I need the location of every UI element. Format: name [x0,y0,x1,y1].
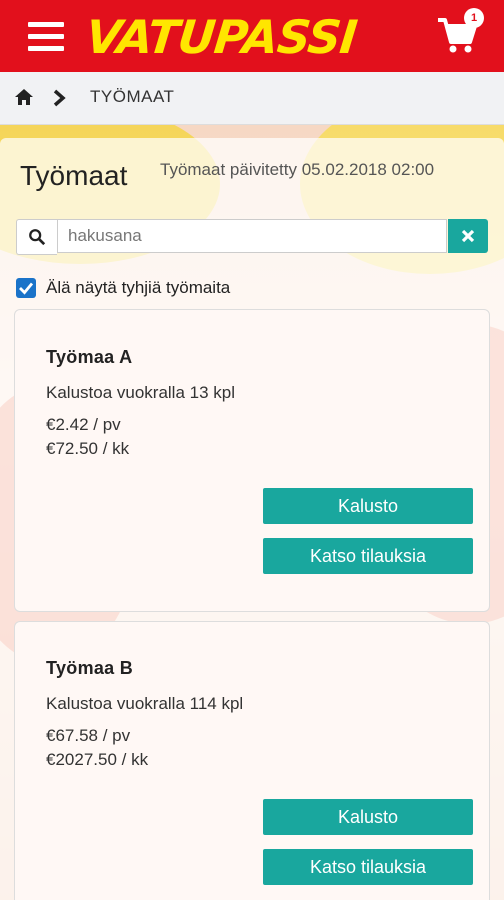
view-orders-button[interactable]: Katso tilauksia [263,538,473,574]
site-rental-count: Kalustoa vuokralla 114 kpl [46,694,244,713]
home-icon[interactable] [14,87,34,107]
page-title: Työmaat [20,160,128,191]
site-rental-count: Kalustoa vuokralla 13 kpl [46,383,236,402]
chevron-right-icon [53,89,66,107]
breadcrumb: TYÖMAAT [0,72,504,125]
search-icon [29,229,46,246]
close-icon [461,229,475,243]
logo[interactable]: VATUPASSI [83,10,359,64]
top-bar: VATUPASSI 1 [0,0,504,72]
site-card: Työmaa B Kalustoa vuokralla 114 kpl €67.… [14,621,490,900]
search-bar [16,219,488,255]
equipment-button[interactable]: Kalusto [263,799,473,835]
site-name: Työmaa B [46,658,134,678]
search-input[interactable] [57,219,447,253]
view-orders-button[interactable]: Katso tilauksia [263,849,473,885]
menu-icon[interactable] [28,22,64,52]
breadcrumb-current: TYÖMAAT [90,87,175,106]
site-price-month: €72.50 / kk [46,439,130,458]
search-button[interactable] [16,219,57,255]
filter-label: Älä näytä tyhjiä työmaita [46,278,231,297]
checkbox-checked-icon[interactable] [16,278,36,298]
site-card: Työmaa A Kalustoa vuokralla 13 kpl €2.42… [14,309,490,612]
site-price-day: €67.58 / pv [46,726,131,745]
updated-timestamp: Työmaat päivitetty 05.02.2018 02:00 [160,160,435,179]
site-price-month: €2027.50 / kk [46,750,149,769]
clear-search-button[interactable] [448,219,488,253]
site-price-day: €2.42 / pv [46,415,121,434]
cart-count-badge: 1 [464,8,484,28]
equipment-button[interactable]: Kalusto [263,488,473,524]
site-name: Työmaa A [46,347,133,367]
